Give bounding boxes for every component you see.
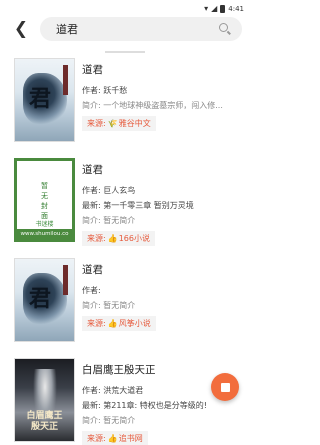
source-badge[interactable]: 来源: 🌾 雅谷中文 (82, 116, 156, 131)
status-bar: ▾ ◢ 4:41 (0, 0, 250, 17)
search-input[interactable]: 道君 (40, 17, 242, 41)
source-name: 166小说 (118, 234, 150, 243)
cover-site: www.shumilou.co (17, 229, 72, 239)
source-prefix: 来源: (87, 234, 106, 243)
book-result-item[interactable]: 君 道君作者: 跃千愁简介: 一个地球神级盗墓宗师，闯入修... 来源: 🌾 雅谷中文 (0, 56, 250, 156)
book-cover: 白眉鹰王 殷天正 (14, 358, 75, 442)
arrow-left-icon: ❮ (13, 19, 29, 39)
book-meta-line: 最新: 第一千零三章 暂别万灵境 (82, 201, 194, 210)
source-icon: 👍 (107, 434, 118, 443)
book-meta-line: 作者: 跃千愁 (82, 86, 128, 95)
stop-search-button[interactable] (211, 373, 239, 401)
book-meta-line: 简介: 暂无简介 (82, 216, 136, 225)
book-info: 道君作者: 巨人玄鸟最新: 第一千零三章 暂别万灵境 简介: 暂无简介来源: 👍 16… (82, 162, 242, 246)
status-time: 4:41 (228, 4, 244, 13)
source-prefix: 来源: (87, 434, 106, 443)
cover-brand: 书迷楼 (35, 221, 54, 228)
book-cover: 君 (14, 58, 75, 142)
cover-char: 君 (29, 86, 52, 112)
cover-title: 白眉鹰王 殷天正 (26, 411, 63, 432)
battery-icon (220, 4, 226, 13)
book-meta-line: 作者: 巨人玄鸟 (82, 186, 136, 195)
back-button[interactable]: ❮ (12, 19, 30, 39)
cover-char: 君 (29, 286, 52, 312)
source-name: 风筝小说 (118, 319, 151, 328)
book-meta-line: 简介: 暂无简介 (82, 301, 136, 310)
list-divider (105, 51, 145, 53)
book-title: 道君 (82, 64, 103, 76)
source-badge[interactable]: 来源: 👍 风筝小说 (82, 316, 156, 331)
book-cover: 暂无封面书迷楼 www.shumilou.co (14, 158, 75, 242)
book-meta-line: 最新: 第211章: 特权也是分等级的! (82, 401, 207, 410)
search-query[interactable]: 道君 (56, 21, 218, 37)
search-header: ❮ 道君 (0, 17, 250, 41)
source-icon: 👍 (107, 234, 118, 243)
book-meta-line: 简介: 一个地球神级盗墓宗师，闯入修... (82, 101, 223, 110)
book-meta-line: 作者: (82, 286, 101, 295)
source-badge[interactable]: 来源: 👍 166小说 (82, 231, 155, 246)
source-prefix: 来源: (87, 319, 106, 328)
book-info: 道君作者: 跃千愁简介: 一个地球神级盗墓宗师，闯入修... 来源: 🌾 雅谷中文 (82, 62, 242, 131)
book-result-item[interactable]: 白眉鹰王 殷天正 白眉鹰王殷天正 作者: 洪荒大道君 最新: 第211章: 特权也是分等… (0, 356, 250, 445)
book-meta-line: 简介: 暂无简介 (82, 416, 136, 425)
book-cover: 君 (14, 258, 75, 342)
source-prefix: 来源: (87, 119, 106, 128)
source-name: 雅谷中文 (118, 119, 151, 128)
source-name: 追书网 (118, 434, 143, 443)
cover-no-cover-text: 暂无封面 (41, 182, 48, 220)
book-title: 道君 (82, 264, 103, 276)
book-result-item[interactable]: 君 道君作者: 简介: 暂无简介来源: 👍 风筝小说 (0, 256, 250, 356)
source-badge[interactable]: 来源: 👍 追书网 (82, 431, 148, 445)
signal-icon: ◢ (211, 3, 218, 13)
source-icon: 👍 (107, 319, 118, 328)
book-title: 道君 (82, 164, 103, 176)
wifi-icon: ▾ (204, 3, 209, 13)
stop-icon (220, 382, 230, 392)
book-result-item[interactable]: 暂无封面书迷楼 www.shumilou.co 道君 作者: 巨人玄鸟 最新: 第一千零… (0, 156, 250, 256)
source-icon: 🌾 (107, 119, 118, 128)
search-icon[interactable] (218, 22, 232, 36)
book-info: 道君作者: 简介: 暂无简介来源: 👍 风筝小说 (82, 262, 242, 331)
